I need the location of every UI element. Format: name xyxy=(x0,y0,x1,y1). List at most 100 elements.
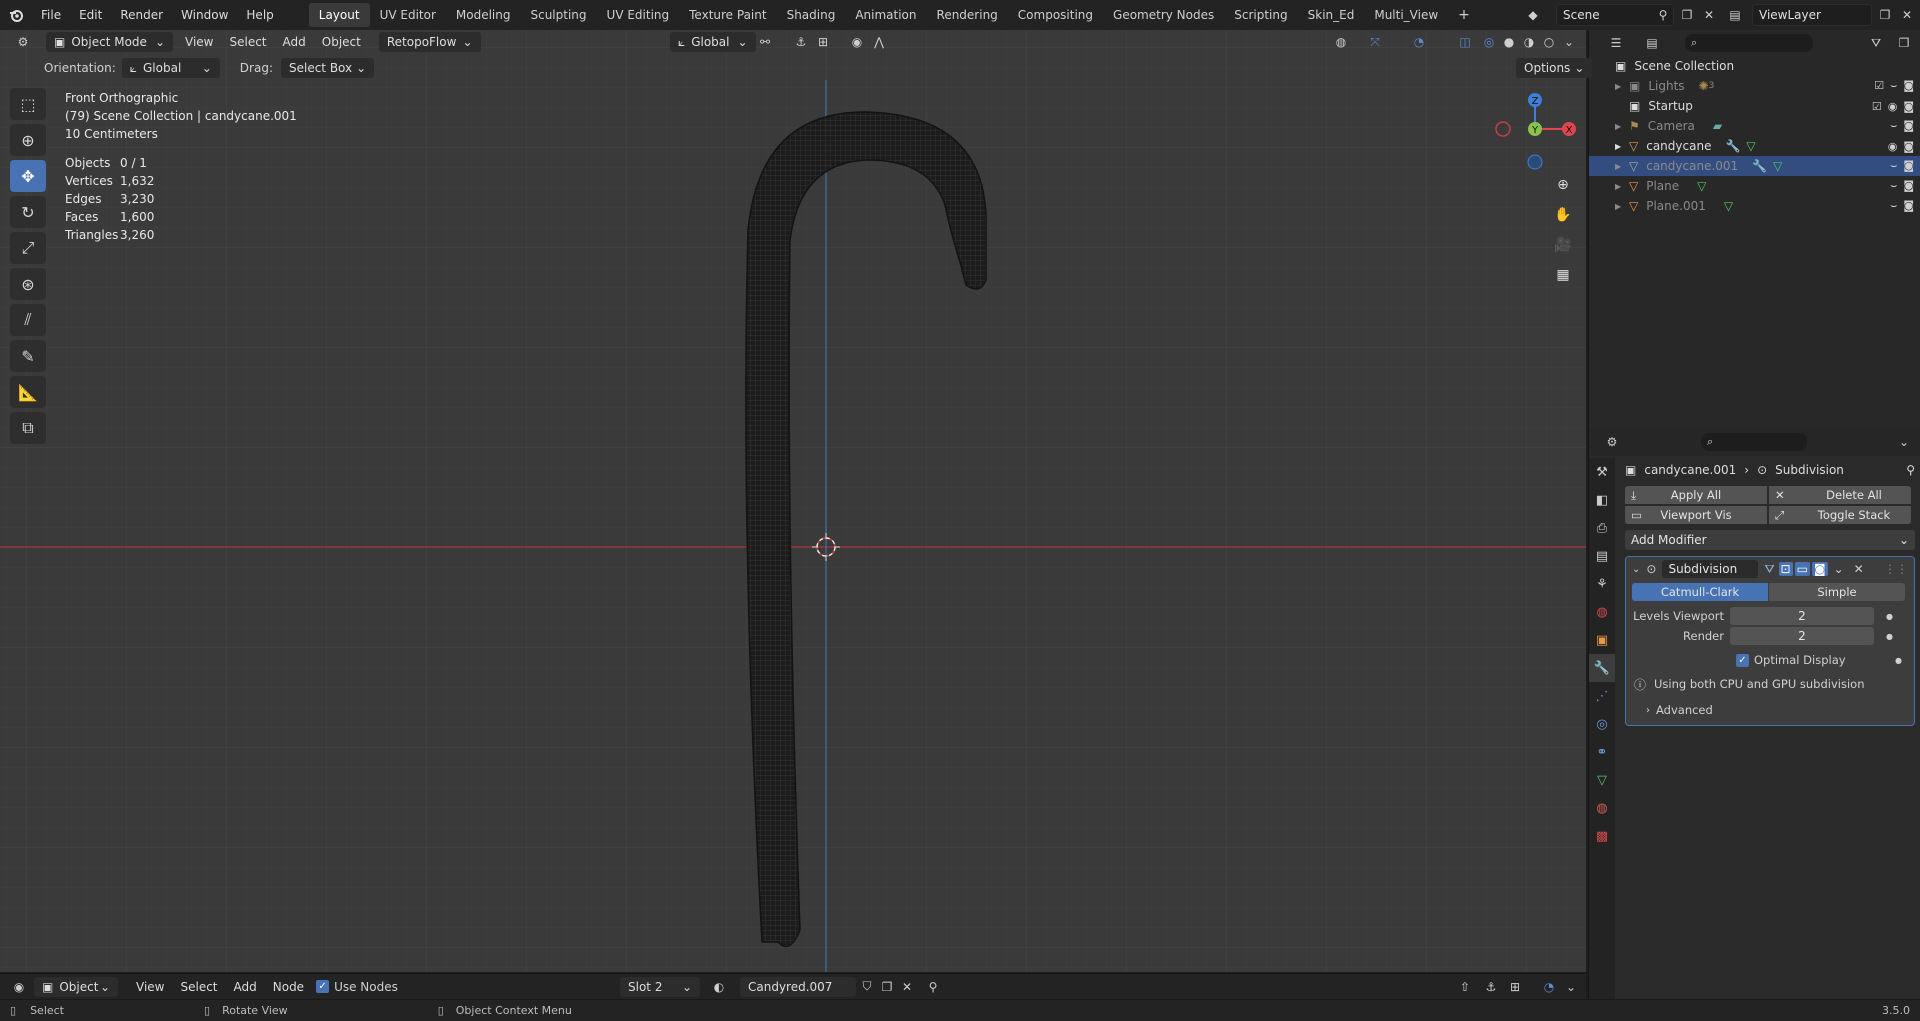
keyframe-dot-icon[interactable]: ● xyxy=(1886,612,1893,621)
drag-handle-icon[interactable]: ⋮⋮ xyxy=(1884,562,1908,576)
menu-file[interactable]: File xyxy=(32,0,70,30)
material-shading-icon[interactable]: ◑ xyxy=(1518,32,1540,52)
viewport-vis-button[interactable]: ▭ Viewport Vis xyxy=(1625,506,1767,524)
keyframe-dot-icon[interactable]: ● xyxy=(1895,656,1902,665)
expand-arrow-icon[interactable]: ▶ xyxy=(1615,182,1629,191)
new-view-layer-icon[interactable]: ❐ xyxy=(1874,5,1896,25)
duplicate-material-icon[interactable]: ❐ xyxy=(876,977,898,997)
catmull-clark-button[interactable]: Catmull-Clark xyxy=(1632,583,1768,601)
tab-sculpting[interactable]: Sculpting xyxy=(520,3,596,27)
view-layer-tab-icon[interactable]: ▤ xyxy=(1589,542,1615,570)
gizmo-toggle-icon[interactable]: ⤧ xyxy=(1364,32,1386,52)
proportional-edit-icon[interactable]: ◉ xyxy=(846,32,868,52)
simple-button[interactable]: Simple xyxy=(1769,583,1905,601)
render-camera-icon[interactable]: ◙ xyxy=(1903,179,1914,193)
modifier-menu-chevron-icon[interactable]: ⌄ xyxy=(1834,562,1844,576)
solid-shading-icon[interactable]: ● xyxy=(1498,32,1520,52)
node-overlays-chevron-icon[interactable]: ⌄ xyxy=(1560,977,1582,997)
expand-arrow-icon[interactable]: ▶ xyxy=(1615,82,1629,91)
snap-target-icon[interactable]: ⊞ xyxy=(812,32,834,52)
outliner-editor-type-icon[interactable]: ☰ xyxy=(1605,33,1627,53)
expand-arrow-icon[interactable]: ▶ xyxy=(1615,162,1629,171)
keyframe-dot-icon[interactable]: ● xyxy=(1886,632,1893,641)
material-tab-icon[interactable]: ◍ xyxy=(1589,794,1615,822)
scene-tab-icon[interactable]: ⚘ xyxy=(1589,570,1615,598)
node-menu-node[interactable]: Node xyxy=(265,980,312,994)
toggle-stack-button[interactable]: ⤢ Toggle Stack xyxy=(1769,506,1911,524)
pin-scene-icon[interactable]: ⚲ xyxy=(1652,5,1674,25)
tab-uv-editing[interactable]: UV Editing xyxy=(597,3,680,27)
outliner-scene-collection[interactable]: ▣ Scene Collection xyxy=(1589,56,1920,76)
tab-shading[interactable]: Shading xyxy=(777,3,846,27)
viewport-menu-object[interactable]: Object xyxy=(314,35,369,49)
new-collection-icon[interactable]: ❐ xyxy=(1893,33,1915,53)
viewport-menu-add[interactable]: Add xyxy=(275,35,314,49)
render-camera-icon[interactable]: ◙ xyxy=(1903,119,1914,133)
particles-tab-icon[interactable]: ⋰ xyxy=(1589,682,1615,710)
outliner-item-startup[interactable]: ▣ Startup ☑ ◉ ◙ xyxy=(1589,96,1920,116)
render-camera-icon[interactable]: ◙ xyxy=(1903,79,1914,93)
optimal-display-checkbox[interactable]: ✓ xyxy=(1736,653,1749,667)
cursor-tool-icon[interactable]: ⊕ xyxy=(10,124,46,156)
zoom-icon[interactable]: ⊕ xyxy=(1550,172,1576,198)
transform-orientation-dropdown[interactable]: ⟀ Global ⌄ xyxy=(670,32,756,52)
viewport-menu-view[interactable]: View xyxy=(177,35,221,49)
visibility-eye-icon[interactable]: ◉ xyxy=(1888,140,1898,153)
falloff-icon[interactable]: ⋀ xyxy=(868,32,890,52)
slot-dropdown[interactable]: Slot 2 ⌄ xyxy=(620,976,700,997)
tab-geometry-nodes[interactable]: Geometry Nodes xyxy=(1103,3,1224,27)
outliner-item-lights[interactable]: ▶ ▣ Lights ✺ 3 ☑ ⌣ ◙ xyxy=(1589,76,1920,96)
node-menu-add[interactable]: Add xyxy=(226,980,265,994)
overlays-icon[interactable]: ◔ xyxy=(1408,32,1430,52)
properties-options-icon[interactable]: ⌄ xyxy=(1893,432,1915,452)
tab-skin-ed[interactable]: Skin_Ed xyxy=(1298,3,1365,27)
editor-type-icon[interactable]: ⚙ xyxy=(12,32,34,52)
constraints-tab-icon[interactable]: ⚭ xyxy=(1589,738,1615,766)
render-camera-icon[interactable]: ◙ xyxy=(1903,199,1914,213)
apply-all-button[interactable]: ⤓ Apply All xyxy=(1625,486,1767,504)
node-snap-target-icon[interactable]: ⊞ xyxy=(1504,977,1526,997)
fake-user-icon[interactable]: ⛉ xyxy=(856,977,878,997)
view-layer-icon[interactable]: ▤ xyxy=(1724,5,1746,25)
data-tab-icon[interactable]: ▽ xyxy=(1589,766,1615,794)
object-mode-dropdown[interactable]: ▣ Object Mode ⌄ xyxy=(46,32,173,52)
expand-arrow-icon[interactable]: ▶ xyxy=(1615,202,1629,211)
tab-scripting[interactable]: Scripting xyxy=(1224,3,1297,27)
perspective-toggle-icon[interactable]: ▦ xyxy=(1550,262,1576,288)
drag-dropdown[interactable]: Select Box ⌄ xyxy=(280,58,375,78)
visibility-eye-icon[interactable]: ⌣ xyxy=(1890,119,1897,133)
visibility-eye-icon[interactable]: ⌣ xyxy=(1890,179,1897,193)
material-name-field[interactable]: Candyred.007 xyxy=(740,976,856,997)
pan-hand-icon[interactable]: ✋ xyxy=(1550,202,1576,228)
cage-toggle-icon[interactable]: ⊡ xyxy=(1778,562,1793,576)
exclude-checkbox-icon[interactable]: ☑ xyxy=(1872,100,1882,113)
collapse-arrow-icon[interactable]: ⌄ xyxy=(1632,564,1640,575)
tab-uv-editor[interactable]: UV Editor xyxy=(370,3,446,27)
add-workspace-button[interactable]: + xyxy=(1448,3,1480,27)
expand-arrow-icon[interactable]: ▶ xyxy=(1615,142,1629,151)
visibility-eye-icon[interactable]: ⌣ xyxy=(1890,199,1897,213)
measure-tool-icon[interactable]: 📐 xyxy=(10,376,46,408)
node-menu-view[interactable]: View xyxy=(128,980,172,994)
tab-texture-paint[interactable]: Texture Paint xyxy=(679,3,776,27)
object-tab-icon[interactable]: ▣ xyxy=(1589,626,1615,654)
visibility-icon[interactable]: ◍ xyxy=(1330,32,1352,52)
shader-type-dropdown[interactable]: ▣ Object ⌄ xyxy=(34,976,118,997)
pin-icon[interactable]: ⚲ xyxy=(1906,463,1915,477)
unlink-material-icon[interactable]: ✕ xyxy=(896,977,918,997)
remove-modifier-icon[interactable]: ✕ xyxy=(1854,562,1864,576)
output-tab-icon[interactable]: ⎙ xyxy=(1589,514,1615,542)
menu-help[interactable]: Help xyxy=(237,0,282,30)
render-levels-field[interactable]: 2 xyxy=(1730,627,1874,645)
tab-multi-view[interactable]: Multi_View xyxy=(1364,3,1448,27)
display-mode-icon[interactable]: ▤ xyxy=(1641,33,1663,53)
advanced-subpanel-header[interactable]: › Advanced xyxy=(1626,701,1914,719)
tab-compositing[interactable]: Compositing xyxy=(1008,3,1103,27)
blender-logo-icon[interactable] xyxy=(0,5,32,25)
menu-edit[interactable]: Edit xyxy=(70,0,111,30)
outliner-item-candycane-001[interactable]: ▶ ▽ candycane.001 🔧 ▽ ⌣ ◙ xyxy=(1589,156,1920,176)
node-snap-icon[interactable]: ⚓ xyxy=(1480,977,1502,997)
scale-tool-icon[interactable]: ⤢ xyxy=(10,232,46,264)
outliner-item-camera[interactable]: ▶ ⚑ Camera ▰ ⌣ ◙ xyxy=(1589,116,1920,136)
outliner-item-plane-001[interactable]: ▶ ▽ Plane.001 ▽ ⌣ ◙ xyxy=(1589,196,1920,216)
